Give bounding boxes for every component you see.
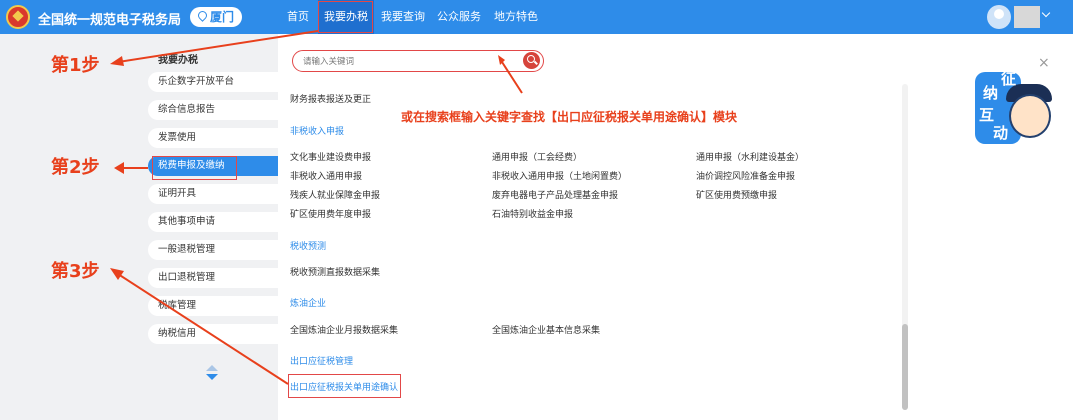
annotation-step1: 第1步 [51,55,100,76]
annotation-step3: 第3步 [51,261,100,282]
annotation-arrows [110,30,523,385]
annotation-search-tip: 或在搜索框输入关键字查找【出口应征税报关单用途确认】模块 [401,110,738,124]
annotation-step2: 第2步 [51,157,100,178]
